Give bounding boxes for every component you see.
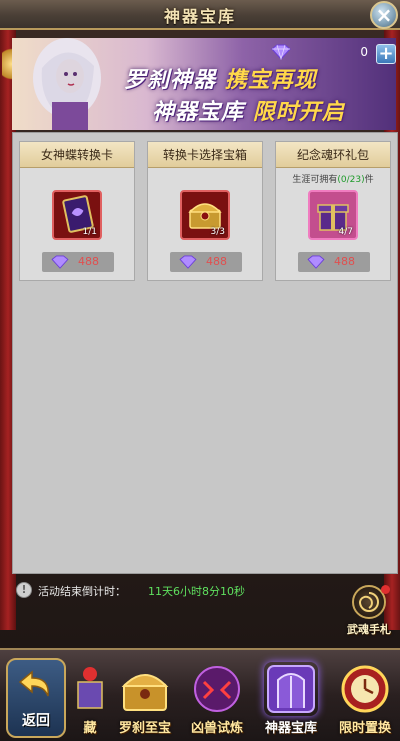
card-title: 纪念魂环礼包 <box>276 142 390 168</box>
nav-tab-limited-exchange[interactable]: 限时置换 <box>332 654 398 740</box>
treasure-chest-icon[interactable]: 3/3 <box>180 190 230 240</box>
info-icon[interactable]: ! <box>16 582 32 598</box>
item-stock-count: 1/1 <box>82 227 97 237</box>
bottom-navigation: 返回 藏 罗刹至宝 凶兽试炼 神器宝库 限时置换 <box>0 648 400 741</box>
countdown-value: 11天6小时8分10秒 <box>148 585 245 598</box>
gold-chest-icon <box>121 674 169 711</box>
nav-label: 藏 <box>83 721 97 736</box>
item-stock-count: 4/7 <box>338 227 353 237</box>
notification-dot <box>381 585 390 594</box>
back-arrow-icon <box>18 670 49 697</box>
beast-head-icon <box>194 666 240 712</box>
nav-label: 神器宝库 <box>264 721 317 736</box>
butterfly-card-icon[interactable]: 1/1 <box>52 190 102 240</box>
card-title: 女神蝶转换卡 <box>20 142 134 168</box>
nav-tab-artifact-vault[interactable]: 神器宝库 <box>258 654 324 740</box>
gift-box-icon[interactable]: 4/7 <box>308 190 358 240</box>
clock-emblem-icon <box>341 665 389 713</box>
banner-subheadline: 神器宝库 限时开启 <box>152 100 345 125</box>
treasure-icon <box>77 667 103 709</box>
nav-label: 限时置换 <box>338 721 391 736</box>
banner-headline: 罗刹神器 携宝再现 <box>124 68 317 93</box>
diamond-icon <box>306 255 326 269</box>
countdown-label: 活动结束倒计时： <box>38 585 126 598</box>
title-bar: 神器宝库 × <box>0 0 400 30</box>
goddess-portrait-art <box>33 38 101 130</box>
item-price: 488 <box>206 255 227 268</box>
currency-display: 0 <box>270 44 370 62</box>
item-stock-count: 3/3 <box>210 227 225 237</box>
add-currency-button[interactable]: + <box>376 44 396 64</box>
artifact-gate-icon <box>267 665 315 713</box>
currency-value: 0 <box>360 45 368 59</box>
shop-item-card[interactable]: 转换卡选择宝箱 3/3 488 <box>147 141 263 281</box>
card-title: 转换卡选择宝箱 <box>148 142 262 168</box>
buy-button[interactable]: 488 <box>170 252 242 272</box>
nav-tab-hidden[interactable]: 藏 <box>70 654 110 740</box>
shortcut-label: 武魂手札 <box>347 623 391 636</box>
close-icon: × <box>375 3 393 27</box>
nav-label: 罗刹至宝 <box>118 721 171 736</box>
diamond-icon <box>50 255 70 269</box>
diamond-icon <box>270 44 292 60</box>
buy-button[interactable]: 488 <box>42 252 114 272</box>
item-price: 488 <box>78 255 99 268</box>
nav-label: 凶兽试炼 <box>190 721 243 736</box>
app-root: 神器宝库 × 罗刹神器 携宝再现 神器宝库 限时开启 0 + 女神蝶转换卡 1/… <box>0 0 400 741</box>
back-button[interactable]: 返回 <box>6 658 66 738</box>
item-price: 488 <box>334 255 355 268</box>
martial-soul-notes-button[interactable]: 武魂手札 <box>344 585 394 637</box>
nav-tab-rakshasa-treasure[interactable]: 罗刹至宝 <box>112 654 178 740</box>
shop-item-card[interactable]: 女神蝶转换卡 1/1 488 <box>19 141 135 281</box>
buy-button[interactable]: 488 <box>298 252 370 272</box>
diamond-icon <box>178 255 198 269</box>
shop-panel: 女神蝶转换卡 1/1 488 转换卡选择宝箱 3/3 488 纪念魂环礼包 生涯… <box>12 132 398 574</box>
back-label: 返回 <box>22 713 50 729</box>
page-title: 神器宝库 <box>163 7 236 26</box>
ownership-limit-note: 生涯可拥有(0/23)件 <box>292 175 374 185</box>
shop-item-card[interactable]: 纪念魂环礼包 生涯可拥有(0/23)件 4/7 488 <box>275 141 391 281</box>
nav-tab-beast-trial[interactable]: 凶兽试炼 <box>184 654 250 740</box>
close-button[interactable]: × <box>370 1 398 29</box>
